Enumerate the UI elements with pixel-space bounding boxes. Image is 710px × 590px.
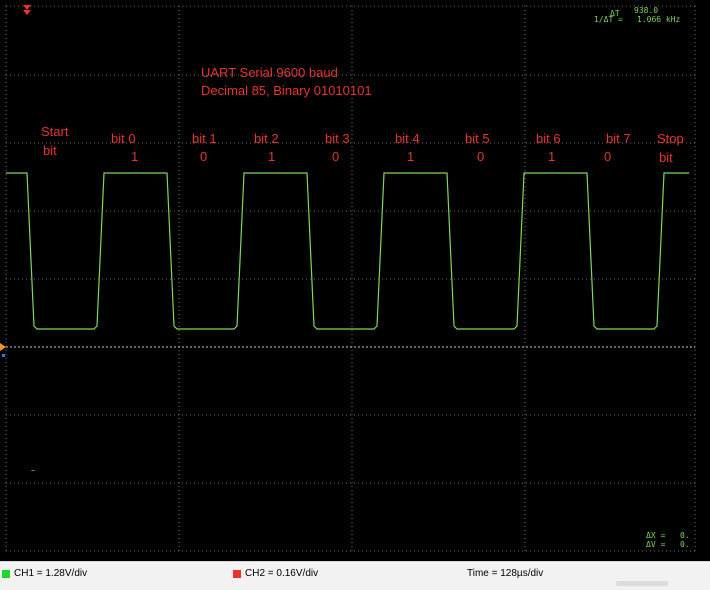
channel-marker-icon: [2, 354, 5, 357]
annotation-title-line1: UART Serial 9600 baud: [201, 65, 338, 80]
delta-x-label: ΔX =: [646, 531, 665, 540]
ch1-scale-label: CH1 = 1.28V/div: [14, 568, 88, 579]
ch2-scale-label: CH2 = 0.16V/div: [245, 568, 319, 579]
bit-label: bit 2: [254, 131, 279, 146]
ch1-color-swatch: [2, 569, 10, 578]
bit-label: bit 5: [465, 131, 490, 146]
bit-label: bit 0: [111, 131, 136, 146]
annotation-title-line2: Decimal 85, Binary 01010101: [201, 83, 372, 98]
time-scale-label: Time = 128µs/div: [467, 568, 544, 579]
bit-value: 0: [332, 149, 339, 164]
start-bit-label-line2: bit: [43, 143, 57, 158]
bit-label: bit 4: [395, 131, 420, 146]
bit-value: 0: [604, 149, 611, 164]
small-trace-marker: ~: [31, 467, 35, 475]
stop-bit-label-line1: Stop: [657, 131, 684, 146]
frequency-label: 1/ΔT =: [594, 15, 623, 24]
delta-v-value: 0.: [680, 540, 690, 549]
stop-bit-label-line2: bit: [659, 150, 673, 165]
status-bar: CH1 = 1.28V/div CH2 = 0.16V/div Time = 1…: [0, 561, 710, 590]
bit-value: 0: [477, 149, 484, 164]
bit-value: 1: [131, 149, 138, 164]
delta-t-value: 938.0: [634, 6, 658, 15]
oscilloscope-screen: ~ ΔT 938.0 1/ΔT = 1.066 kHz ΔX = 0. ΔV =…: [0, 0, 710, 589]
ch2-status[interactable]: CH2 = 0.16V/div: [233, 568, 318, 579]
frequency-value: 1.066 kHz: [637, 15, 681, 24]
bit-label: bit 7: [606, 131, 631, 146]
bit-value: 1: [548, 149, 555, 164]
bit-value: 1: [407, 149, 414, 164]
status-scrollbar[interactable]: [616, 581, 668, 586]
time-status[interactable]: Time = 128µs/div: [467, 568, 543, 579]
start-bit-label-line1: Start: [41, 124, 69, 139]
ch1-status[interactable]: CH1 = 1.28V/div: [2, 568, 87, 579]
bit-value: 0: [200, 149, 207, 164]
scope-display: ~ ΔT 938.0 1/ΔT = 1.066 kHz ΔX = 0. ΔV =…: [0, 0, 710, 561]
delta-x-value: 0.: [680, 531, 690, 540]
bit-label: bit 6: [536, 131, 561, 146]
delta-v-label: ΔV =: [646, 540, 665, 549]
bit-label: bit 3: [325, 131, 350, 146]
bit-value: 1: [268, 149, 275, 164]
ch2-color-swatch: [233, 569, 241, 578]
bit-label: bit 1: [192, 131, 217, 146]
